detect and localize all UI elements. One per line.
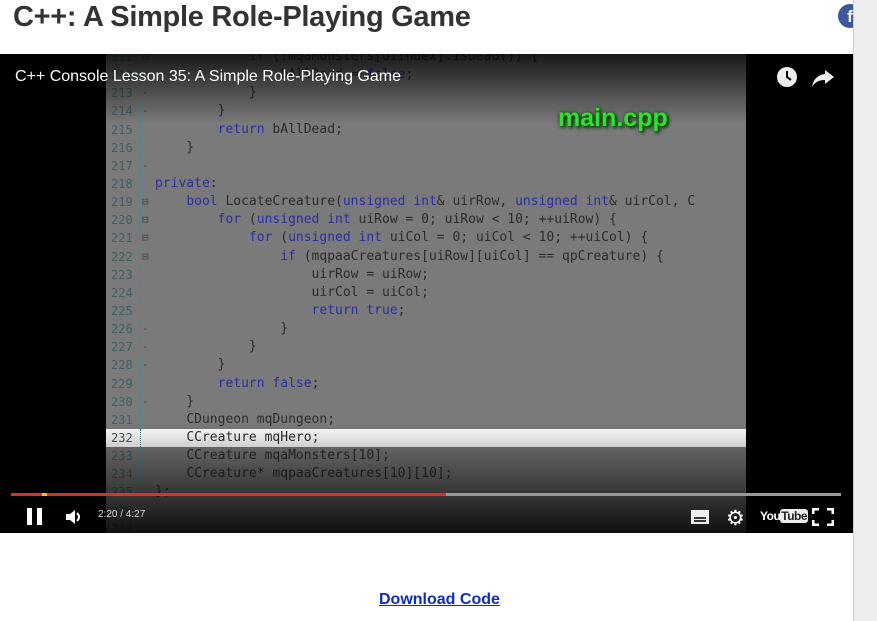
fold-icon[interactable]: ⊟ xyxy=(140,193,152,212)
download-code-link[interactable]: Download Code xyxy=(379,591,500,609)
line-number: 220 xyxy=(111,213,133,228)
code-line: 216 } xyxy=(106,138,746,157)
code-text: bool LocateCreature(unsigned int& uirRow… xyxy=(186,194,696,210)
code-text: } xyxy=(155,321,289,337)
fold-gutter: - xyxy=(140,156,152,175)
code-text: if (mqpaaCreatures[uiRow][uiCol] == qpCr… xyxy=(280,248,664,264)
fold-icon[interactable]: ⊟ xyxy=(140,247,152,266)
line-number: 224 xyxy=(111,285,133,300)
code-line: 228- } xyxy=(106,356,746,375)
settings-icon[interactable]: ⚙ xyxy=(726,506,745,531)
video-player[interactable]: 211⊟ if (!mqaMonsters[uiIndex].isDead())… xyxy=(0,54,853,533)
scrollbar[interactable] xyxy=(853,0,877,621)
page-title: C++: A Simple Role-Playing Game xyxy=(13,1,471,33)
video-title[interactable]: C++ Console Lesson 35: A Simple Role-Pla… xyxy=(15,68,401,86)
fullscreen-icon[interactable] xyxy=(811,507,835,531)
code-line: 227- } xyxy=(106,338,746,357)
ad-marker xyxy=(42,493,47,496)
line-number: 222 xyxy=(111,249,133,264)
fold-gutter xyxy=(140,374,152,393)
code-text: } xyxy=(155,139,195,155)
line-number: 223 xyxy=(111,267,133,282)
share-icon[interactable] xyxy=(812,68,834,94)
line-number: 230 xyxy=(111,394,133,409)
code-line: 221 ⊟ for (unsigned int uiCol = 0; uiCol … xyxy=(106,229,746,248)
line-number: 216 xyxy=(111,140,133,155)
fold-gutter xyxy=(140,138,152,157)
code-text: uirCol = uiCol; xyxy=(311,284,429,300)
watch-later-icon[interactable] xyxy=(776,66,798,94)
line-number: 219 xyxy=(111,195,133,210)
captions-icon[interactable] xyxy=(691,510,709,529)
pause-button[interactable] xyxy=(27,508,43,530)
fold-gutter xyxy=(140,174,152,194)
youtube-logo[interactable]: YouTube xyxy=(760,509,809,523)
fold-gutter xyxy=(140,283,152,302)
code-line: 220 ⊟ for (unsigned int uiRow = 0; uiRow … xyxy=(106,211,746,230)
line-number: 226 xyxy=(111,322,133,337)
code-line: 223 uirRow = uiRow; xyxy=(106,265,746,284)
code-line: 219 ⊟ bool LocateCreature(unsigned int& u… xyxy=(106,193,746,212)
filename-overlay: main.cpp xyxy=(558,104,668,132)
code-line: 230- } xyxy=(106,392,746,411)
progress-played xyxy=(11,493,446,496)
fold-icon[interactable]: ⊟ xyxy=(140,211,152,230)
fold-gutter xyxy=(140,301,152,321)
code-text: } xyxy=(155,357,226,373)
fold-gutter: - xyxy=(140,356,152,375)
fold-icon[interactable]: ⊟ xyxy=(140,229,152,248)
code-text: for (unsigned int uiRow = 0; uiRow < 10;… xyxy=(217,212,617,228)
code-text: for (unsigned int uiCol = 0; uiCol < 10;… xyxy=(248,230,649,246)
line-number: 217 xyxy=(111,158,133,173)
code-text: } xyxy=(155,393,195,409)
code-text: return true; xyxy=(311,302,406,318)
line-number: 218 xyxy=(111,176,133,191)
volume-icon[interactable] xyxy=(66,509,84,530)
line-number: 227 xyxy=(111,340,133,355)
fold-gutter xyxy=(140,265,152,284)
fold-gutter: - xyxy=(140,338,152,357)
code-line: 218 private: xyxy=(106,174,746,194)
line-number: 221 xyxy=(111,231,133,246)
code-line: 225 return true; xyxy=(106,301,746,321)
code-line: 217- xyxy=(106,156,746,175)
code-line: 226- } xyxy=(106,320,746,339)
code-text: uirRow = uiRow; xyxy=(311,266,429,282)
youtube-logo-tube: Tube xyxy=(780,509,809,523)
code-line: 222 ⊟ if (mqpaaCreatures[uiRow][uiCol] ==… xyxy=(106,247,746,266)
code-line: 224 uirCol = uiCol; xyxy=(106,283,746,302)
top-gradient xyxy=(0,54,853,124)
time-display: 2:20 / 4:27 xyxy=(98,509,146,520)
line-number: 229 xyxy=(111,376,133,391)
fold-gutter: - xyxy=(140,392,152,411)
code-text: private: xyxy=(155,175,218,191)
line-number: 225 xyxy=(111,303,133,318)
line-number: 228 xyxy=(111,358,133,373)
progress-bar[interactable] xyxy=(11,493,841,496)
code-text: } xyxy=(155,339,257,355)
code-text: return false; xyxy=(217,375,320,391)
fold-gutter: - xyxy=(140,320,152,339)
code-line: 229 return false; xyxy=(106,374,746,393)
